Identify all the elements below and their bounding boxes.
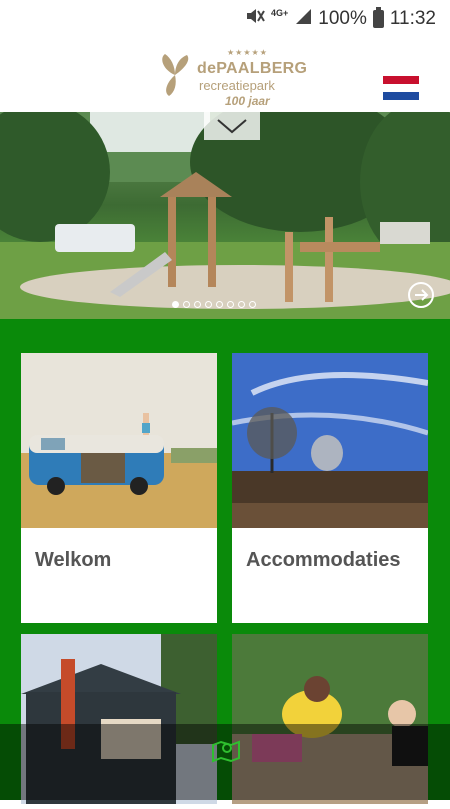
status-bar: 4G+ 100% 11:32 xyxy=(0,0,450,36)
slider-dot[interactable] xyxy=(238,301,245,308)
logo-subtitle: recreatiepark xyxy=(199,78,275,93)
nl-flag-icon[interactable] xyxy=(383,76,419,100)
slider-dot[interactable] xyxy=(249,301,256,308)
logo-stars: ★★★★★ xyxy=(227,48,268,57)
logo-name: dePAALBERG xyxy=(197,60,308,77)
logo-badge: 100 jaar xyxy=(225,94,270,108)
slider-dot[interactable] xyxy=(172,301,179,308)
slider-dot[interactable] xyxy=(205,301,212,308)
slider-dots xyxy=(172,301,256,308)
network-label: 4G+ xyxy=(270,8,289,18)
collapse-header-button[interactable] xyxy=(204,112,260,140)
logo-leaf-icon xyxy=(162,54,189,96)
battery-icon xyxy=(372,7,384,28)
slider-dot[interactable] xyxy=(183,301,190,308)
card-title: Welkom xyxy=(35,549,112,571)
card-image xyxy=(21,353,217,528)
signal-icon xyxy=(294,7,312,31)
card-image xyxy=(232,353,428,528)
arrow-right-icon xyxy=(415,289,429,301)
clock: 11:32 xyxy=(389,8,436,29)
card-accommodaties[interactable]: Accommodaties xyxy=(232,353,428,623)
hero-image xyxy=(0,112,450,319)
status-icons: 4G+ 100% 11:32 xyxy=(245,7,436,31)
slider-dot[interactable] xyxy=(227,301,234,308)
mute-icon xyxy=(245,7,265,31)
next-slide-button[interactable] xyxy=(408,282,434,308)
hero-slider[interactable] xyxy=(0,112,450,319)
battery-percent: 100% xyxy=(318,8,367,29)
chevron-down-icon xyxy=(217,119,247,134)
slider-dot[interactable] xyxy=(194,301,201,308)
map-pin-icon[interactable] xyxy=(211,737,241,770)
card-welkom[interactable]: Welkom xyxy=(21,353,217,623)
card-title: Accommodaties xyxy=(246,549,401,571)
slider-dot[interactable] xyxy=(216,301,223,308)
app-header: ★★★★★ dePAALBERG recreatiepark 100 jaar xyxy=(0,36,450,112)
park-logo[interactable]: ★★★★★ dePAALBERG recreatiepark 100 jaar xyxy=(155,46,307,112)
